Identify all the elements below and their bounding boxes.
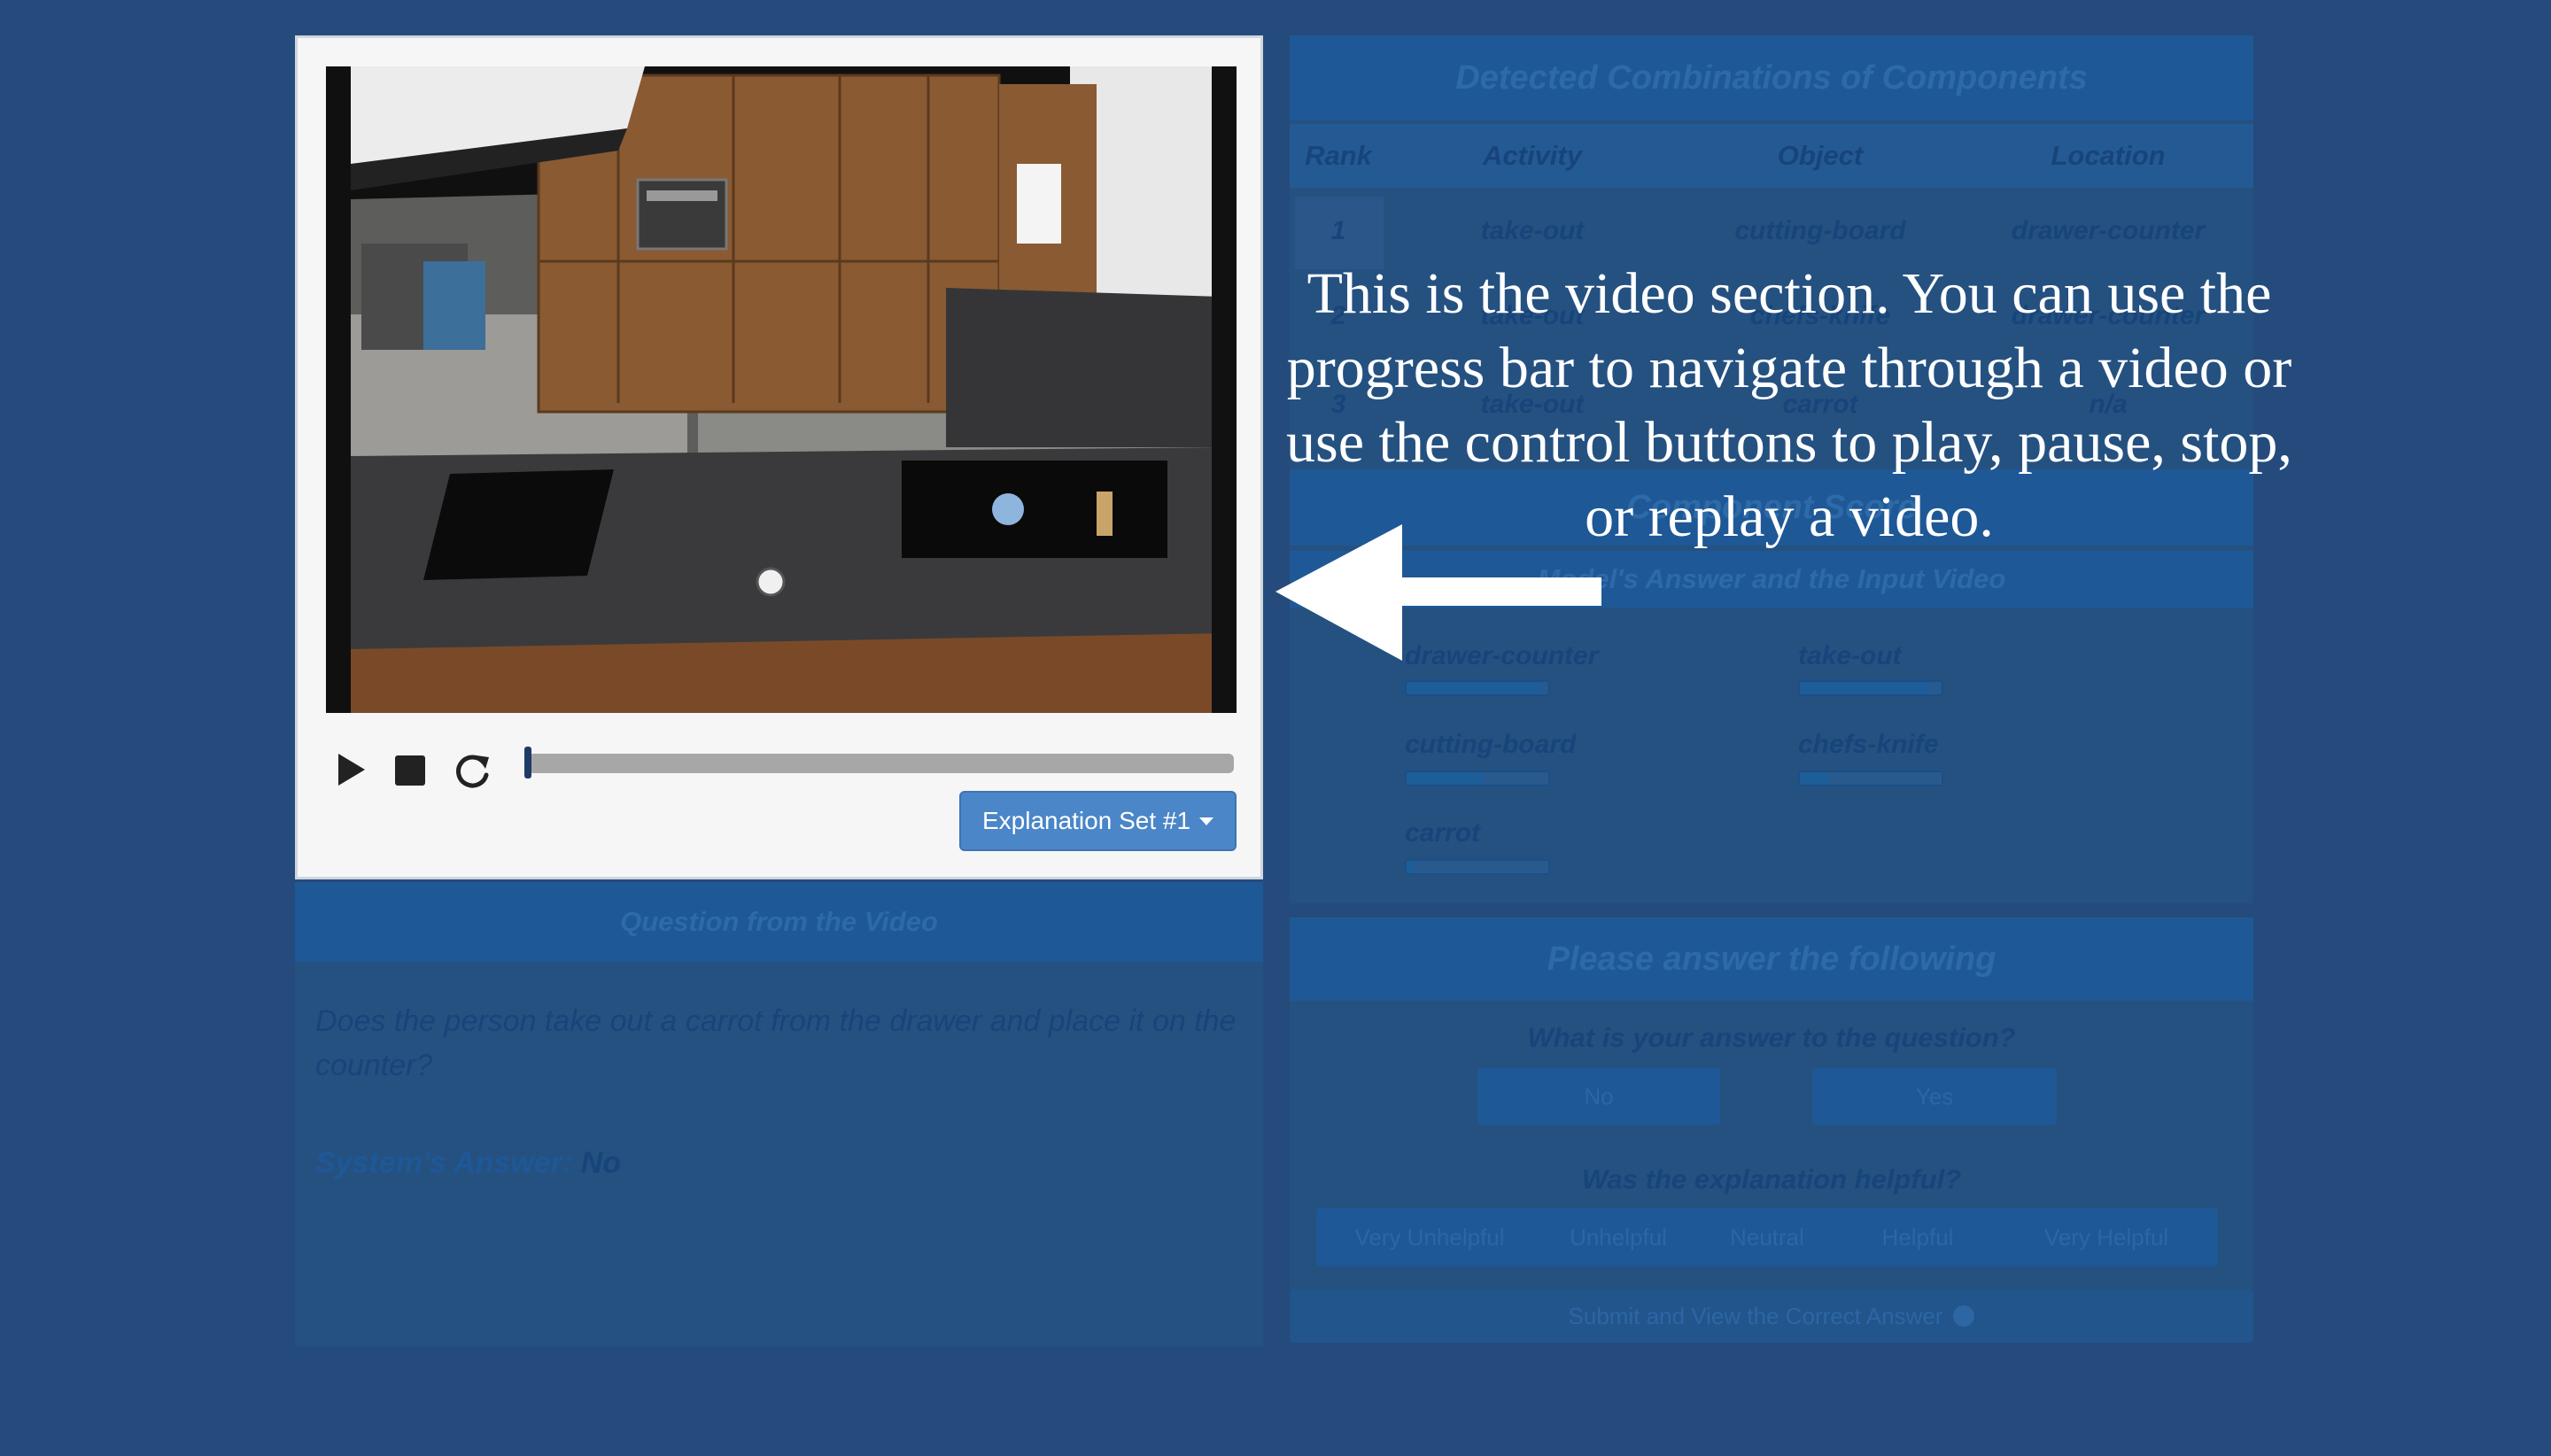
score-label: take-out xyxy=(1798,641,1902,670)
score-bar-fill xyxy=(1800,772,1828,785)
col-location: Location xyxy=(2051,140,2166,171)
progress-bar[interactable] xyxy=(528,754,1234,773)
no-button[interactable]: No xyxy=(1477,1068,1720,1125)
score-label: chefs-knife xyxy=(1798,730,1939,759)
score-bar xyxy=(1798,680,1943,696)
option-neutral[interactable]: Neutral xyxy=(1701,1210,1834,1265)
play-icon[interactable] xyxy=(333,750,368,789)
row-activity: take-out xyxy=(1480,216,1585,245)
answer-question: What is your answer to the question? xyxy=(1527,1022,2016,1053)
video-frame-image xyxy=(326,66,1237,713)
score-bar-fill xyxy=(1407,772,1485,785)
caret-down-icon xyxy=(1199,817,1214,825)
question-text: Does the person take out a carrot from t… xyxy=(315,1004,1237,1082)
col-object: Object xyxy=(1777,140,1864,171)
option-unhelpful[interactable]: Unhelpful xyxy=(1543,1210,1694,1265)
row-rank: 1 xyxy=(1330,216,1346,245)
question-panel-title: Question from the Video xyxy=(295,882,1263,962)
video-section: Explanation Set #1 xyxy=(295,35,1263,879)
system-answer-label: System's Answer: xyxy=(315,1146,573,1180)
score-bar xyxy=(1798,771,1943,786)
score-label: carrot xyxy=(1405,818,1481,848)
option-helpful[interactable]: Helpful xyxy=(1842,1210,1993,1265)
components-panel-title: Detected Combinations of Components xyxy=(1290,35,2253,120)
score-bar-fill xyxy=(1800,682,1931,694)
stop-icon[interactable] xyxy=(393,754,427,787)
col-rank: Rank xyxy=(1305,140,1372,171)
yes-button[interactable]: Yes xyxy=(1812,1068,2057,1125)
answer-panel-title: Please answer the following xyxy=(1290,918,2253,1001)
system-answer-value: No xyxy=(580,1146,622,1180)
row-object: cutting-board xyxy=(1734,216,1906,245)
option-very-unhelpful[interactable]: Very Unhelpful xyxy=(1325,1210,1534,1265)
tutorial-overlay-text: This is the video section. You can use t… xyxy=(1286,261,2292,549)
score-bar xyxy=(1405,859,1550,875)
check-circle-icon xyxy=(1953,1305,1975,1327)
replay-icon[interactable] xyxy=(452,750,492,791)
system-answer: System's Answer: No xyxy=(315,1146,621,1181)
submit-button[interactable]: Submit and View the Correct Answer xyxy=(1290,1289,2253,1343)
submit-button-label: Submit and View the Correct Answer xyxy=(1568,1302,1943,1329)
score-bar xyxy=(1405,680,1550,696)
row-location: drawer-counter xyxy=(2011,216,2206,245)
explanation-set-label: Explanation Set #1 xyxy=(981,807,1191,834)
col-activity: Activity xyxy=(1483,140,1582,171)
score-bar-fill xyxy=(1407,861,1414,873)
score-label: cutting-board xyxy=(1405,730,1577,759)
explanation-set-dropdown[interactable]: Explanation Set #1 xyxy=(959,791,1237,851)
score-bar xyxy=(1405,771,1550,786)
option-very-helpful[interactable]: Very Helpful xyxy=(2011,1210,2202,1265)
progress-handle[interactable] xyxy=(524,747,531,778)
video-player[interactable] xyxy=(326,66,1237,713)
score-bar-fill xyxy=(1407,682,1541,694)
helpful-question: Was the explanation helpful? xyxy=(1581,1164,1962,1195)
